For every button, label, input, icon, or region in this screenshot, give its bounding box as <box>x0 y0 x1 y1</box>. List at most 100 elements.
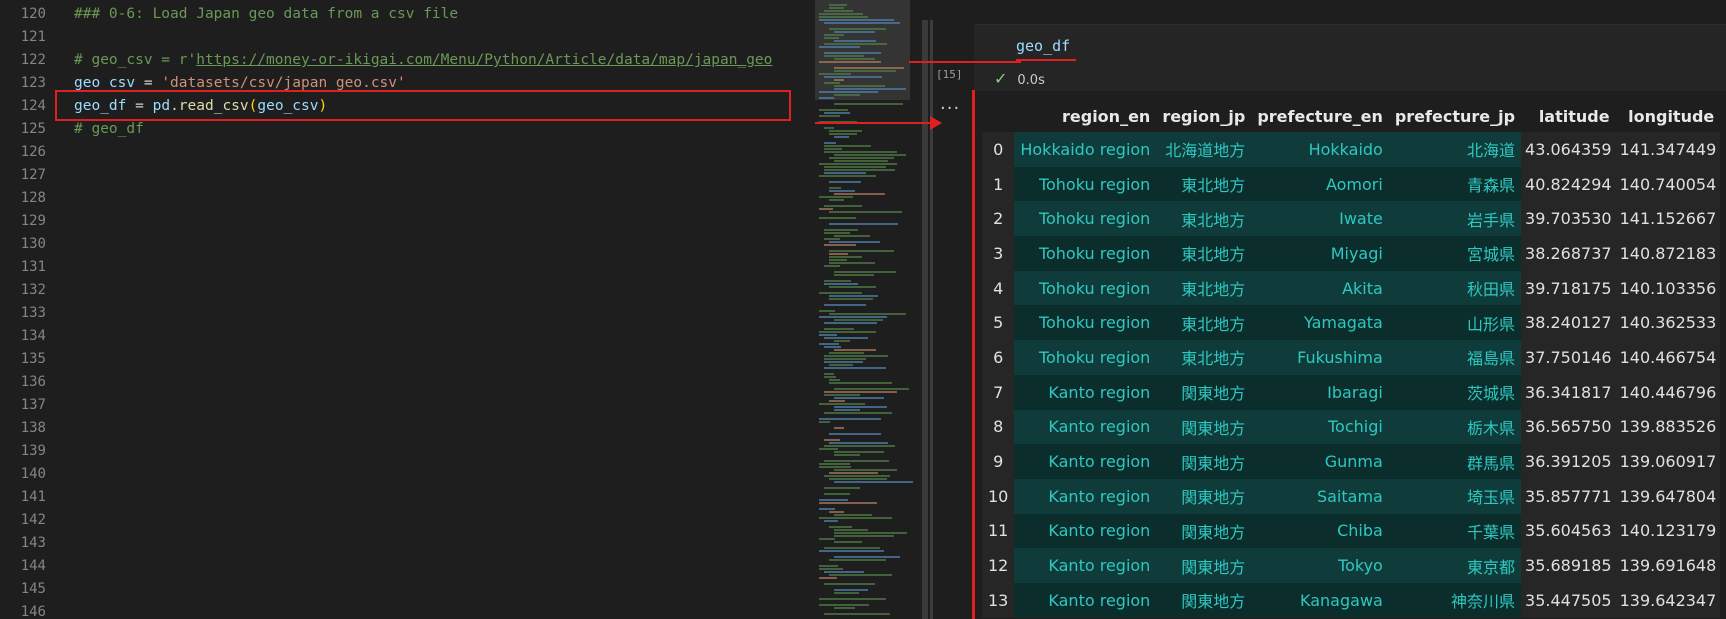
table-cell: Tochigi <box>1251 409 1389 445</box>
more-actions-icon[interactable]: ··· <box>940 98 960 119</box>
line-number: 126 <box>20 144 46 160</box>
cell-input[interactable]: geo_df <box>974 24 1726 91</box>
minimap-line <box>819 208 833 210</box>
row-index: 4 <box>982 270 1015 306</box>
row-index: 8 <box>982 409 1015 445</box>
minimap-line <box>834 274 874 276</box>
table-cell: 35.857771 <box>1521 478 1616 514</box>
minimap-line <box>819 403 865 405</box>
minimap-line <box>824 328 854 330</box>
minimap-line <box>829 259 847 261</box>
table-cell: Akita <box>1251 270 1389 306</box>
minimap-line <box>819 97 834 99</box>
minimap-line <box>819 538 835 540</box>
table-cell: 宮城県 <box>1388 236 1522 271</box>
minimap-line <box>834 454 860 456</box>
minimap-line <box>824 520 838 522</box>
table-cell: 40.824294 <box>1521 166 1616 202</box>
minimap-line <box>819 73 851 75</box>
table-cell: 関東地方 <box>1156 374 1252 410</box>
table-cell: 36.391205 <box>1521 444 1616 479</box>
minimap-line <box>829 181 861 183</box>
minimap-line <box>824 265 840 267</box>
table-cell: 青森県 <box>1388 166 1522 202</box>
code-line-122: # geo_csv = r'https://money-or-ikigai.co… <box>74 49 772 72</box>
row-index: 1 <box>982 166 1015 202</box>
column-header: prefecture_en <box>1251 100 1389 132</box>
table-cell: 神奈川県 <box>1388 582 1522 618</box>
minimap-line <box>834 451 884 453</box>
minimap-line <box>819 499 848 501</box>
row-index: 13 <box>982 582 1015 618</box>
minimap-line <box>834 103 903 105</box>
minimap-line <box>824 283 858 285</box>
minimap-line <box>834 154 906 156</box>
minimap-line <box>824 487 860 489</box>
table-cell: 141.152667 <box>1615 201 1721 237</box>
notebook-cell[interactable]: geo_df [15] ✓ 0.0s ··· region_en region_jp… <box>930 0 1726 619</box>
minimap-line <box>834 397 884 399</box>
minimap-line <box>834 541 862 543</box>
minimap-line <box>819 508 835 510</box>
table-cell: Kanto region <box>1014 548 1157 583</box>
table-cell: 栃木県 <box>1388 409 1522 445</box>
annotation-arrow-head <box>930 116 942 130</box>
minimap-line <box>819 115 840 117</box>
table-cell: 35.689185 <box>1521 548 1616 583</box>
minimap-line <box>819 598 886 600</box>
minimap-line <box>824 583 875 585</box>
string-path: 'datasets/csv/japan_geo.csv' <box>161 75 406 91</box>
table-row: 3 Tohoku region 東北地方 Miyagi 宮城県 38.268737 140.… <box>982 236 1721 271</box>
table-cell: 139.883526 <box>1615 409 1721 445</box>
minimap-line <box>834 349 876 351</box>
url-link[interactable]: https://money-or-ikigai.com/Menu/Python/… <box>196 52 772 68</box>
cell-input-code[interactable]: geo_df <box>1016 37 1070 55</box>
table-cell: 140.123179 <box>1615 513 1721 549</box>
minimap-line <box>824 142 836 144</box>
minimap-line <box>829 256 862 258</box>
table-cell: 139.647804 <box>1615 478 1721 514</box>
execution-status: ✓ 0.0s <box>994 69 1045 88</box>
minimap-line <box>829 382 892 384</box>
annotation-arrow-line <box>815 122 935 124</box>
table-cell: Kanto region <box>1014 374 1157 410</box>
minimap-line <box>824 238 840 240</box>
table-cell: 141.347449 <box>1615 132 1721 167</box>
table-cell: 北海道地方 <box>1156 132 1252 167</box>
minimap-line <box>829 352 864 354</box>
minimap-line <box>829 241 880 243</box>
line-number: 137 <box>20 397 46 413</box>
comment-prefix: # geo_csv = r' <box>74 52 197 68</box>
annotation-connector <box>909 61 1021 63</box>
table-row: 0 Hokkaido region 北海道地方 Hokkaido 北海道 43.06435… <box>982 132 1721 167</box>
table-cell: Tohoku region <box>1014 305 1157 341</box>
minimap-line <box>834 79 844 81</box>
table-cell: Kanagawa <box>1251 582 1389 618</box>
minimap-line <box>819 16 868 18</box>
line-number: 123 <box>20 75 46 91</box>
table-cell: 東北地方 <box>1156 166 1252 202</box>
minimap[interactable] <box>815 0 913 619</box>
minimap-line <box>834 427 844 429</box>
table-cell: 埼玉県 <box>1388 478 1522 514</box>
minimap-line <box>829 559 886 561</box>
var-geo-csv: geo_csv <box>74 75 136 91</box>
editor-scrollbar[interactable] <box>922 20 928 619</box>
table-row: 11 Kanto region 関東地方 Chiba 千葉県 35.604563 140.1… <box>982 513 1721 549</box>
line-number: 124 <box>20 98 46 114</box>
minimap-line <box>824 22 900 24</box>
minimap-line <box>819 175 876 177</box>
table-cell: 39.703530 <box>1521 201 1616 237</box>
column-header: region_jp <box>1156 100 1252 132</box>
minimap-line <box>829 157 894 159</box>
minimap-line <box>824 493 850 495</box>
column-header: longitude <box>1615 100 1721 132</box>
line-number: 135 <box>20 351 46 367</box>
table-cell: 群馬県 <box>1388 444 1522 479</box>
minimap-line <box>829 574 892 576</box>
minimap-line <box>829 223 898 225</box>
minimap-line <box>834 70 896 72</box>
minimap-line <box>819 163 897 165</box>
minimap-line <box>824 82 840 84</box>
minimap-line <box>834 319 883 321</box>
